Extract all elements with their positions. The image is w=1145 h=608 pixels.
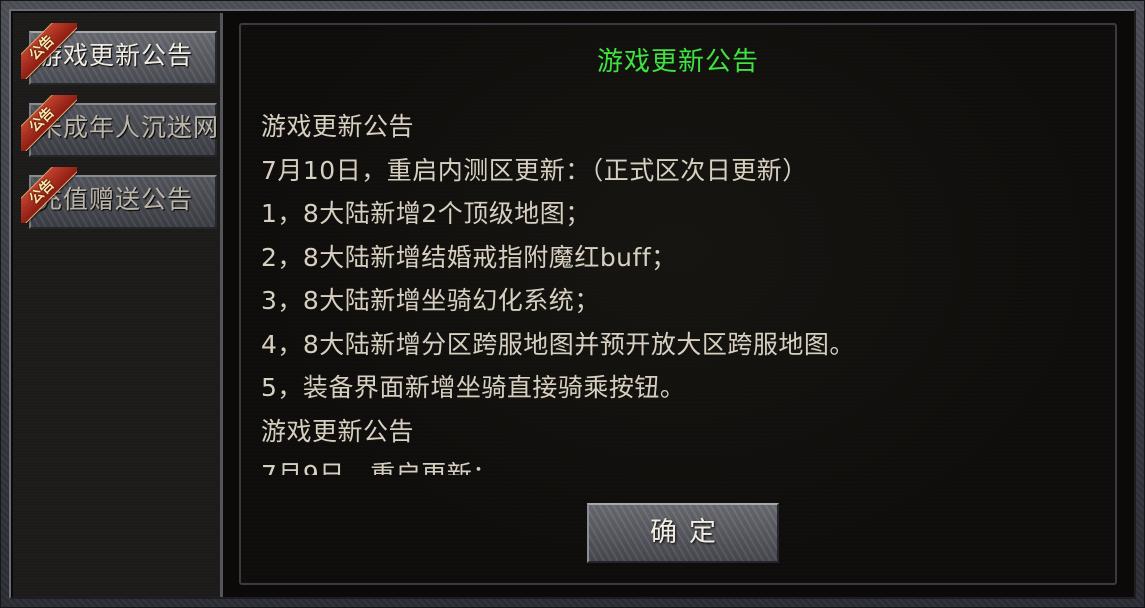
content-line: 5，装备界面新增坐骑直接骑乘按钮。 [261,373,686,402]
content-line: 1，8大陆新增2个顶级地图； [261,199,591,228]
ribbon-text: 公告 [26,176,58,208]
announcement-ribbon-icon: 公告 [21,95,77,151]
tab-minor-addiction[interactable]: 未成年人沉迷网络 公告 [21,95,217,157]
content-line: 4，8大陆新增分区跨服地图并预开放大区跨服地图。 [261,329,855,359]
content-line: 7月9日，重启更新： [261,460,498,475]
tab-game-update[interactable]: 游戏更新公告 公告 [21,23,217,85]
tab-recharge-bonus[interactable]: 充值赠送公告 公告 [21,167,217,229]
ribbon-text: 公告 [26,32,58,64]
announcement-sidebar: 游戏更新公告 公告 未成年人沉迷网络 公告 充值赠送公告 公告 [13,13,223,597]
content-line: 3，8大陆新增坐骑幻化系统； [261,286,600,315]
content-line: 7月10日，重启内测区更新：（正式区次日更新） [261,155,808,185]
panel-title: 游戏更新公告 [596,47,759,77]
announcement-content[interactable]: 游戏更新公告 7月10日，重启内测区更新：（正式区次日更新） 1，8大陆新增2个… [261,105,1081,475]
announcement-ribbon-icon: 公告 [21,23,77,79]
confirm-button[interactable]: 确定 [587,503,779,563]
announcement-panel: 游戏更新公告 游戏更新公告 7月10日，重启内测区更新：（正式区次日更新） 1，… [239,23,1117,585]
content-line: 游戏更新公告 [261,416,415,446]
announcement-ribbon-icon: 公告 [21,167,77,223]
ribbon-text: 公告 [26,104,58,136]
content-line: 2，8大陆新增结婚戒指附魔红buff； [261,242,677,272]
content-line: 游戏更新公告 [261,112,415,141]
window-frame: 游戏更新公告 公告 未成年人沉迷网络 公告 充值赠送公告 公告 游戏更新公告 游… [0,0,1145,608]
